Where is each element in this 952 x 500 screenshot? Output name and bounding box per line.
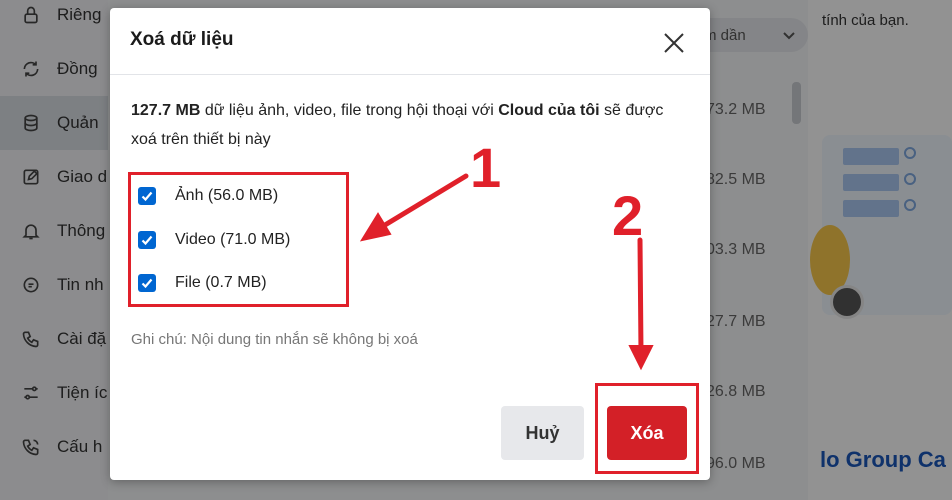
dialog-note: Ghi chú: Nội dung tin nhắn sẽ không bị x… (131, 331, 418, 348)
cancel-button[interactable]: Huỷ (501, 406, 584, 460)
dialog-divider (110, 74, 710, 75)
cloud-name: Cloud của tôi (498, 102, 600, 119)
step-number-2: 2 (612, 184, 644, 247)
highlight-box-options (128, 172, 349, 307)
highlight-box-delete (595, 383, 699, 474)
step-number-1: 1 (470, 136, 502, 199)
total-size: 127.7 MB (131, 102, 201, 119)
dialog-description: 127.7 MB dữ liệu ảnh, video, file trong … (131, 96, 691, 154)
description-text: dữ liệu ảnh, video, file trong hội thoại… (200, 102, 499, 119)
dialog-title: Xoá dữ liệu (130, 29, 234, 50)
close-icon[interactable] (661, 30, 687, 56)
